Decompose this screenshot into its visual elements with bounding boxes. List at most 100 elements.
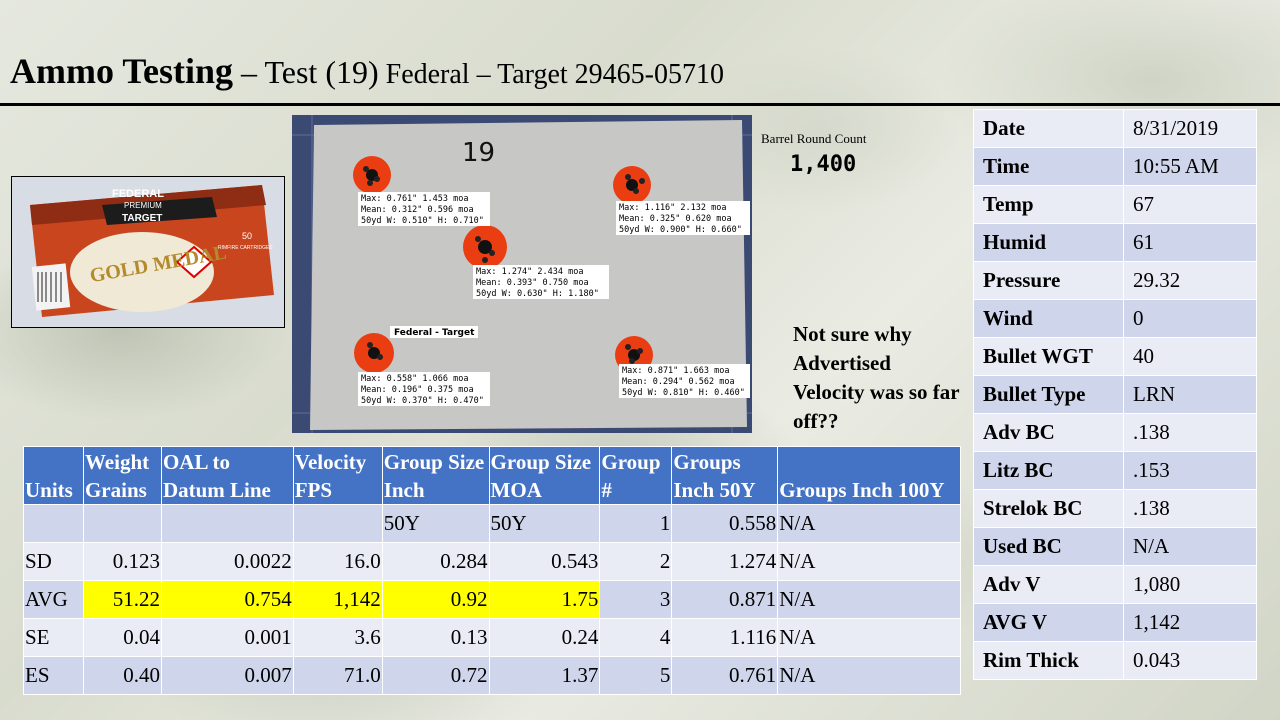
condition-value: 0 xyxy=(1123,299,1257,338)
column-header: Group # xyxy=(599,446,673,505)
condition-label: Used BC xyxy=(973,527,1124,566)
condition-label: Bullet WGT xyxy=(973,337,1124,376)
condition-value: 1,080 xyxy=(1123,565,1257,604)
condition-row: Wind 0 xyxy=(973,299,1257,338)
condition-label: Date xyxy=(973,109,1124,148)
condition-value: 1,142 xyxy=(1123,603,1257,642)
condition-label: Litz BC xyxy=(973,451,1124,490)
table-cell: 0.761 xyxy=(671,656,779,695)
table-cell xyxy=(23,504,84,543)
condition-label: Wind xyxy=(973,299,1124,338)
table-cell xyxy=(82,504,162,543)
table-row: AVG 51.22 0.754 1,142 0.92 1.75 3 0.871 N/A xyxy=(23,580,961,619)
group-1-mean: Mean: 0.312" 0.596 moa xyxy=(361,205,474,215)
condition-value: .153 xyxy=(1123,451,1257,490)
table-cell: SD xyxy=(23,542,84,581)
condition-value: .138 xyxy=(1123,413,1257,452)
column-header: Weight Grains xyxy=(82,446,162,505)
table-cell: 1.274 xyxy=(671,542,779,581)
table-cell: 0.284 xyxy=(381,542,490,581)
table-cell: 0.13 xyxy=(381,618,490,657)
condition-row: Rim Thick 0.043 xyxy=(973,641,1257,680)
target-photo: 19 Federal - Target Max: 0.761" 1.453 mo… xyxy=(292,115,752,433)
condition-value: 8/31/2019 xyxy=(1123,109,1257,148)
group-4-max: Max: 0.558" 1.066 moa xyxy=(361,374,468,384)
table-cell: N/A xyxy=(777,504,961,543)
group-5-mean: Mean: 0.294" 0.562 moa xyxy=(622,377,735,387)
table-cell: 0.007 xyxy=(160,656,294,695)
table-cell xyxy=(292,504,383,543)
table-cell: N/A xyxy=(777,580,961,619)
table-cell: 1.75 xyxy=(488,580,601,619)
table-cell: 0.123 xyxy=(82,542,162,581)
condition-row: Bullet WGT 40 xyxy=(973,337,1257,376)
conditions-table: Date 8/31/2019 Time 10:55 AM Temp 67 Humid 61 Pr… xyxy=(973,109,1257,680)
title-separator: – xyxy=(233,54,265,90)
condition-label: Humid xyxy=(973,223,1124,262)
group-3-size: 50yd W: 0.630" H: 1.180" xyxy=(476,289,599,299)
condition-label: Adv V xyxy=(973,565,1124,604)
group-2-mean: Mean: 0.325" 0.620 moa xyxy=(619,214,732,224)
condition-value: 61 xyxy=(1123,223,1257,262)
barrel-round-count: 1,400 xyxy=(790,152,857,177)
table-cell: 50Y xyxy=(381,504,490,543)
condition-value: 29.32 xyxy=(1123,261,1257,300)
column-header: Groups Inch 100Y xyxy=(777,446,961,505)
table-cell: 50Y xyxy=(488,504,601,543)
group-4-size: 50yd W: 0.370" H: 0.470" xyxy=(361,396,484,406)
group-3-mean: Mean: 0.393" 0.750 moa xyxy=(476,278,589,288)
table-row: 50Y 50Y 1 0.558 N/A xyxy=(23,504,961,543)
box-sub: PREMIUM xyxy=(124,201,162,210)
title-test: Test (19) xyxy=(264,54,379,90)
target-3 xyxy=(463,225,507,269)
table-cell: 0.754 xyxy=(160,580,294,619)
condition-label: Time xyxy=(973,147,1124,186)
column-header: Velocity FPS xyxy=(292,446,383,505)
table-cell: 4 xyxy=(599,618,673,657)
group-5-size: 50yd W: 0.810" H: 0.460" xyxy=(622,388,745,398)
page-title: Ammo Testing – Test (19) Federal – Targe… xyxy=(10,50,724,92)
table-cell: 0.40 xyxy=(82,656,162,695)
condition-value: 67 xyxy=(1123,185,1257,224)
table-cell: 0.543 xyxy=(488,542,601,581)
table-cell: SE xyxy=(23,618,84,657)
box-qty: 50 xyxy=(242,231,252,241)
table-cell: 1.116 xyxy=(671,618,779,657)
table-row: ES 0.40 0.007 71.0 0.72 1.37 5 0.761 N/A xyxy=(23,656,961,695)
condition-row: Pressure 29.32 xyxy=(973,261,1257,300)
title-ammo: Federal – Target 29465-05710 xyxy=(378,59,725,90)
condition-row: Adv V 1,080 xyxy=(973,565,1257,604)
results-table: Units Weight Grains OAL to Datum Line Veloc… xyxy=(23,446,961,695)
condition-label: AVG V xyxy=(973,603,1124,642)
barrel-round-label: Barrel Round Count xyxy=(761,131,867,146)
condition-label: Bullet Type xyxy=(973,375,1124,414)
column-header: Units xyxy=(23,446,84,505)
table-cell: 0.92 xyxy=(381,580,490,619)
target-number: 19 xyxy=(462,138,495,168)
table-cell: 0.558 xyxy=(671,504,779,543)
table-cell: 0.871 xyxy=(671,580,779,619)
condition-row: Time 10:55 AM xyxy=(973,147,1257,186)
condition-row: Bullet Type LRN xyxy=(973,375,1257,414)
condition-row: Used BC N/A xyxy=(973,527,1257,566)
condition-row: Temp 67 xyxy=(973,185,1257,224)
column-header: Group Size Inch xyxy=(381,446,490,505)
ammo-box-photo: FEDERAL PREMIUM TARGET GOLD MEDAL 50 RIM… xyxy=(11,176,285,328)
table-cell: 51.22 xyxy=(82,580,162,619)
table-cell: 0.72 xyxy=(381,656,490,695)
table-cell: 0.0022 xyxy=(160,542,294,581)
table-cell: 1,142 xyxy=(292,580,383,619)
box-qty-text: RIMFIRE CARTRIDGES xyxy=(218,245,273,251)
table-row: SE 0.04 0.001 3.6 0.13 0.24 4 1.116 N/A xyxy=(23,618,961,657)
condition-row: Strelok BC .138 xyxy=(973,489,1257,528)
condition-row: Litz BC .153 xyxy=(973,451,1257,490)
column-header: Groups Inch 50Y xyxy=(671,446,779,505)
target-2 xyxy=(613,166,651,204)
group-1-size: 50yd W: 0.510" H: 0.710" xyxy=(361,216,484,226)
table-cell: 2 xyxy=(599,542,673,581)
condition-label: Adv BC xyxy=(973,413,1124,452)
table-cell: N/A xyxy=(777,618,961,657)
condition-label: Strelok BC xyxy=(973,489,1124,528)
title-divider xyxy=(0,103,1280,106)
table-cell: 3 xyxy=(599,580,673,619)
